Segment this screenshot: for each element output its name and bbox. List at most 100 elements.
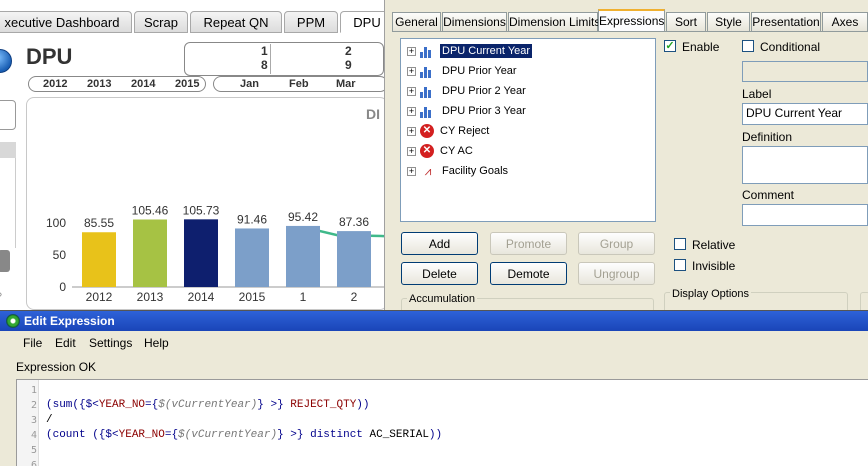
tab-general[interactable]: General	[392, 12, 441, 31]
tab-dimensions[interactable]: Dimensions	[442, 12, 507, 31]
x-tick-label: 2015	[239, 290, 266, 304]
group-button[interactable]: Group	[578, 232, 655, 255]
bar-2014	[184, 219, 218, 287]
x-tick-label: 1	[300, 290, 307, 304]
promote-button[interactable]: Promote	[490, 232, 567, 255]
relative-checkbox[interactable]	[674, 238, 686, 250]
dpu-bar-chart: 0 50 100 85.55 2012 105.46 2013 105.73 2014 91.46…	[46, 203, 384, 304]
demote-button[interactable]: Demote	[490, 262, 567, 285]
tab-axes[interactable]: Axes	[822, 12, 868, 31]
x-tick-label: 2013	[137, 290, 164, 304]
data-label: 95.42	[288, 210, 318, 224]
expand-icon[interactable]: +	[407, 66, 416, 76]
expression-label: DPU Current Year	[440, 44, 533, 58]
expression-label: DPU Prior 2 Year	[442, 85, 526, 97]
window-title-bar[interactable]: Edit Expression	[0, 311, 868, 331]
comment-field[interactable]	[742, 204, 868, 226]
enable-checkbox[interactable]: ✓	[664, 40, 676, 52]
tab-style[interactable]: Style	[707, 12, 750, 31]
menu-settings[interactable]: Settings	[89, 336, 132, 350]
expand-icon[interactable]: +	[407, 106, 416, 116]
bar-1	[286, 225, 320, 287]
expression-label: DPU Prior Year	[442, 65, 517, 77]
tab-sort[interactable]: Sort	[666, 12, 706, 31]
line-number: 1	[30, 385, 37, 396]
y-tick-label: 50	[53, 248, 67, 262]
line-chart-icon: ⩘	[424, 163, 432, 178]
comment-caption: Comment	[742, 188, 795, 202]
code-token: (sum({$<	[46, 399, 99, 411]
x-tick-label: 2012	[86, 290, 113, 304]
bar-2	[337, 231, 371, 287]
tab-presentation[interactable]: Presentation	[751, 12, 821, 31]
label-caption: Label	[742, 87, 772, 101]
data-label: 105.46	[132, 204, 169, 218]
definition-field[interactable]	[742, 146, 868, 184]
expand-icon[interactable]: +	[407, 86, 416, 96]
expression-label: CY AC	[440, 145, 473, 157]
invisible-checkbox[interactable]	[674, 259, 686, 271]
menu-help[interactable]: Help	[144, 336, 169, 350]
tab-strip-border	[392, 31, 868, 32]
code-token: YEAR_NO	[118, 429, 165, 441]
expression-tree[interactable]: + DPU Current Year + DPU Prior Year + DP…	[400, 38, 656, 222]
expression-item-dpu-current-year[interactable]: + DPU Current Year	[407, 42, 533, 60]
expression-editor[interactable]: 1 2 3 4 5 6 (sum({$<YEAR_NO={$(vCurrentY…	[16, 379, 868, 466]
conditional-label: Conditional	[760, 40, 821, 54]
expression-label: Facility Goals	[442, 165, 509, 177]
expression-item-cy-reject[interactable]: + ✕ CY Reject	[407, 122, 491, 140]
accumulation-caption: Accumulation	[407, 293, 478, 305]
code-token: $(vCurrentYear)	[178, 429, 278, 441]
expression-item-dpu-prior-2-year[interactable]: + DPU Prior 2 Year	[407, 82, 528, 100]
line-number: 2	[30, 400, 37, 411]
code-line-3: /	[46, 414, 53, 426]
conditional-checkbox[interactable]	[742, 40, 754, 52]
error-icon: ✕	[420, 124, 434, 138]
menu-edit[interactable]: Edit	[55, 336, 76, 350]
ungroup-button[interactable]: Ungroup	[578, 262, 655, 285]
conditional-field[interactable]	[742, 61, 868, 82]
bar-2013	[133, 219, 167, 287]
tab-dimension-limits[interactable]: Dimension Limits	[508, 12, 600, 31]
y-tick-label: 0	[59, 280, 66, 294]
code-token: REJECT_QTY	[290, 399, 357, 411]
line-number: 6	[30, 460, 37, 466]
code-token: $(vCurrentYear)	[158, 399, 258, 411]
code-token: distinct	[310, 429, 363, 441]
code-token: AC_SERIAL	[362, 429, 429, 441]
expand-icon[interactable]: +	[407, 146, 416, 156]
bar-2015	[235, 228, 269, 287]
expand-icon[interactable]: +	[407, 166, 416, 176]
bar-chart-icon	[420, 84, 436, 98]
add-button[interactable]: Add	[401, 232, 478, 255]
bar-2012	[82, 232, 116, 287]
expand-icon[interactable]: +	[407, 46, 416, 56]
bar-chart-icon	[420, 64, 436, 78]
relative-label: Relative	[692, 238, 736, 252]
code-token: ={	[164, 429, 179, 441]
window-title: Edit Expression	[24, 314, 115, 328]
y-tick-label: 100	[46, 216, 66, 230]
code-token: YEAR_NO	[98, 399, 146, 411]
edit-expression-window: Edit Expression File Edit Settings Help …	[0, 310, 868, 466]
expression-item-dpu-prior-year[interactable]: + DPU Prior Year	[407, 62, 519, 80]
expression-status: Expression OK	[16, 360, 97, 374]
data-label: 91.46	[237, 212, 267, 226]
expression-item-facility-goals[interactable]: + ⩘ Facility Goals	[407, 162, 510, 180]
data-label: 85.55	[84, 216, 114, 230]
app-icon	[6, 314, 20, 328]
dashboard-sheet: xecutive Dashboard Scrap Repeat QN PPM D…	[0, 0, 384, 310]
expand-icon[interactable]: +	[407, 126, 416, 136]
menu-file[interactable]: File	[23, 336, 42, 350]
expression-item-dpu-prior-3-year[interactable]: + DPU Prior 3 Year	[407, 102, 528, 120]
label-field[interactable]: DPU Current Year	[742, 103, 868, 125]
tab-expressions[interactable]: Expressions	[598, 9, 665, 32]
code-token: ))	[356, 399, 370, 411]
bar-chart-icon	[420, 44, 436, 58]
expression-item-cy-ac[interactable]: + ✕ CY AC	[407, 142, 475, 160]
code-token: } >}	[257, 399, 291, 411]
delete-button[interactable]: Delete	[401, 262, 478, 285]
code-token: } >}	[277, 429, 311, 441]
invisible-label: Invisible	[692, 259, 736, 273]
expression-label: CY Reject	[440, 125, 490, 137]
